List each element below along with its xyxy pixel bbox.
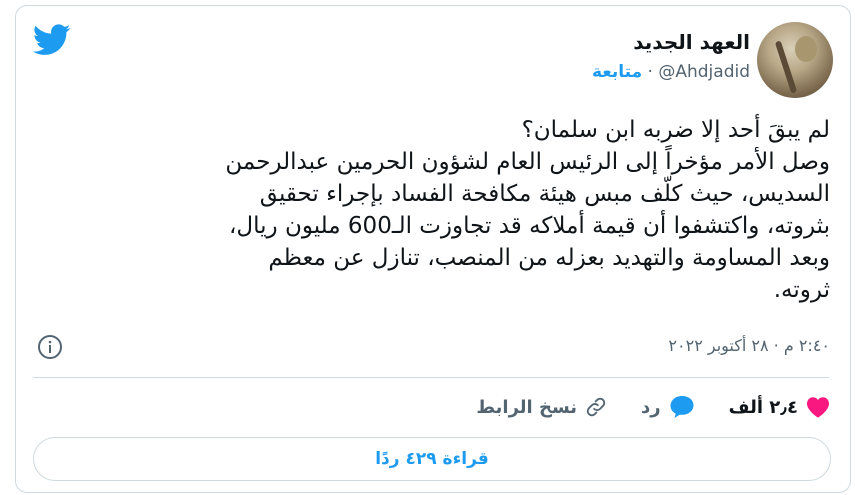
action-bar: ٢٫٤ ألف رد نسخ الرابط: [442, 395, 830, 419]
separator-dot: ·: [647, 62, 653, 82]
reply-bubble-icon: [670, 396, 694, 418]
tweet-text: لم يبقَ أحد إلا ضربه ابن سلمان؟ وصل الأم…: [40, 114, 830, 306]
divider: [33, 377, 829, 378]
author-subline: @Ahdjadid · متابعة: [592, 62, 750, 82]
tweet-line: وبعد المساومة والتهديد بعزله من المنصب، …: [268, 245, 830, 271]
author-name[interactable]: العهد الجديد: [633, 30, 750, 54]
read-replies-label: قراءة ٤٢٩ ردًا: [375, 449, 489, 469]
tweet-line: السديس، حيث كلّف مبس هيئة مكافحة الفساد …: [259, 181, 830, 207]
info-icon[interactable]: [37, 334, 63, 360]
copy-link-button[interactable]: نسخ الرابط: [476, 396, 607, 418]
like-count: ٢٫٤ ألف: [728, 396, 798, 418]
reply-label: رد: [641, 396, 661, 418]
twitter-bird-icon[interactable]: [33, 24, 71, 56]
link-icon: [586, 397, 606, 417]
avatar[interactable]: [757, 22, 833, 98]
author-handle[interactable]: @Ahdjadid: [658, 62, 750, 82]
copy-link-label: نسخ الرابط: [476, 396, 578, 418]
like-button[interactable]: ٢٫٤ ألف: [729, 396, 830, 418]
heart-icon: [807, 397, 829, 418]
avatar-figure: [774, 40, 798, 94]
avatar-head: [795, 36, 817, 62]
tweet-timestamp[interactable]: ٢:٤٠ م · ٢٨ أكتوبر ٢٠٢٢: [668, 336, 830, 355]
tweet-line: بثروته، واكتشفوا أن قيمة أملاكه قد تجاوز…: [229, 213, 830, 239]
tweet-line: ثروته.: [773, 277, 830, 303]
tweet-line: لم يبقَ أحد إلا ضربه ابن سلمان؟: [521, 117, 830, 143]
reply-button[interactable]: رد: [641, 395, 695, 419]
read-replies-button[interactable]: قراءة ٤٢٩ ردًا: [33, 437, 831, 481]
follow-link[interactable]: متابعة: [592, 62, 642, 82]
tweet-line: وصل الأمر مؤخراً إلى الرئيس العام لشؤون …: [225, 149, 830, 175]
